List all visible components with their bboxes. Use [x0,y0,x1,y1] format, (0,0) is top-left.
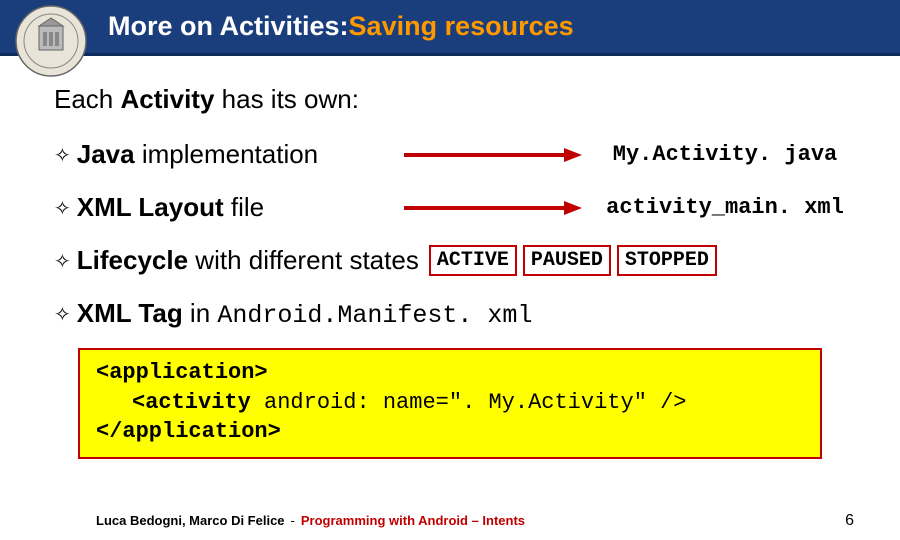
state-paused: PAUSED [523,245,611,276]
item-row-xml: ✧ XML Layout file activity_main. xml [54,192,846,223]
lifecycle-row: ✧ Lifecycle with different states ACTIVE… [54,245,846,276]
footer-dash: - [291,513,295,528]
diamond-icon: ✧ [54,249,71,274]
arrow-icon [384,199,604,217]
state-active: ACTIVE [429,245,517,276]
xmltag-bold: XML Tag [77,298,183,328]
arrow-icon [384,146,604,164]
bullet-java: ✧ Java implementation [54,139,384,170]
diamond-icon: ✧ [54,196,71,221]
code-line-2: <activity android: name=". My.Activity" … [96,388,804,418]
item-bold: XML Layout [77,192,224,222]
life-bold: Lifecycle [77,245,188,275]
title-white: More on Activities: [108,11,349,42]
code-line-3: </application> [96,417,804,447]
bullet-xml: ✧ XML Layout file [54,192,384,223]
lead-prefix: Each [54,84,121,114]
slide-footer: Luca Bedogni, Marco Di Felice - Programm… [0,512,900,530]
life-rest: with different states [188,245,419,275]
item-bold: Java [77,139,135,169]
lifecycle-text: ✧ Lifecycle with different states [54,245,419,276]
footer-authors: Luca Bedogni, Marco Di Felice [96,513,285,528]
lead-suffix: has its own: [214,84,359,114]
rhs-xml: activity_main. xml [604,195,846,220]
xmltag-row: ✧ XML Tag in Android.Manifest. xml [54,298,846,330]
page-number: 6 [845,512,854,530]
lead-line: Each Activity has its own: [54,84,846,115]
state-boxes: ACTIVE PAUSED STOPPED [429,245,717,276]
title-orange: Saving resources [349,11,574,42]
state-stopped: STOPPED [617,245,717,276]
item-rest: file [224,192,264,222]
university-seal [14,4,88,78]
slide-header: More on Activities: Saving resources [0,0,900,56]
diamond-icon: ✧ [54,302,71,327]
diamond-icon: ✧ [54,143,71,168]
slide-body: Each Activity has its own: ✧ Java implem… [0,56,900,459]
mono-text: activity_main. xml [606,195,844,220]
footer-course: Programming with Android – Intents [301,513,525,528]
mono-text: My.Activity. java [613,142,837,167]
lead-bold: Activity [121,84,215,114]
xmltag-mono: Android.Manifest. xml [217,301,532,330]
code-line-1: <application> [96,358,804,388]
xmltag-rest: in [183,298,218,328]
code-box: <application> <activity android: name=".… [78,348,822,459]
item-row-java: ✧ Java implementation My.Activity. java [54,139,846,170]
item-rest: implementation [135,139,319,169]
rhs-java: My.Activity. java [604,142,846,167]
